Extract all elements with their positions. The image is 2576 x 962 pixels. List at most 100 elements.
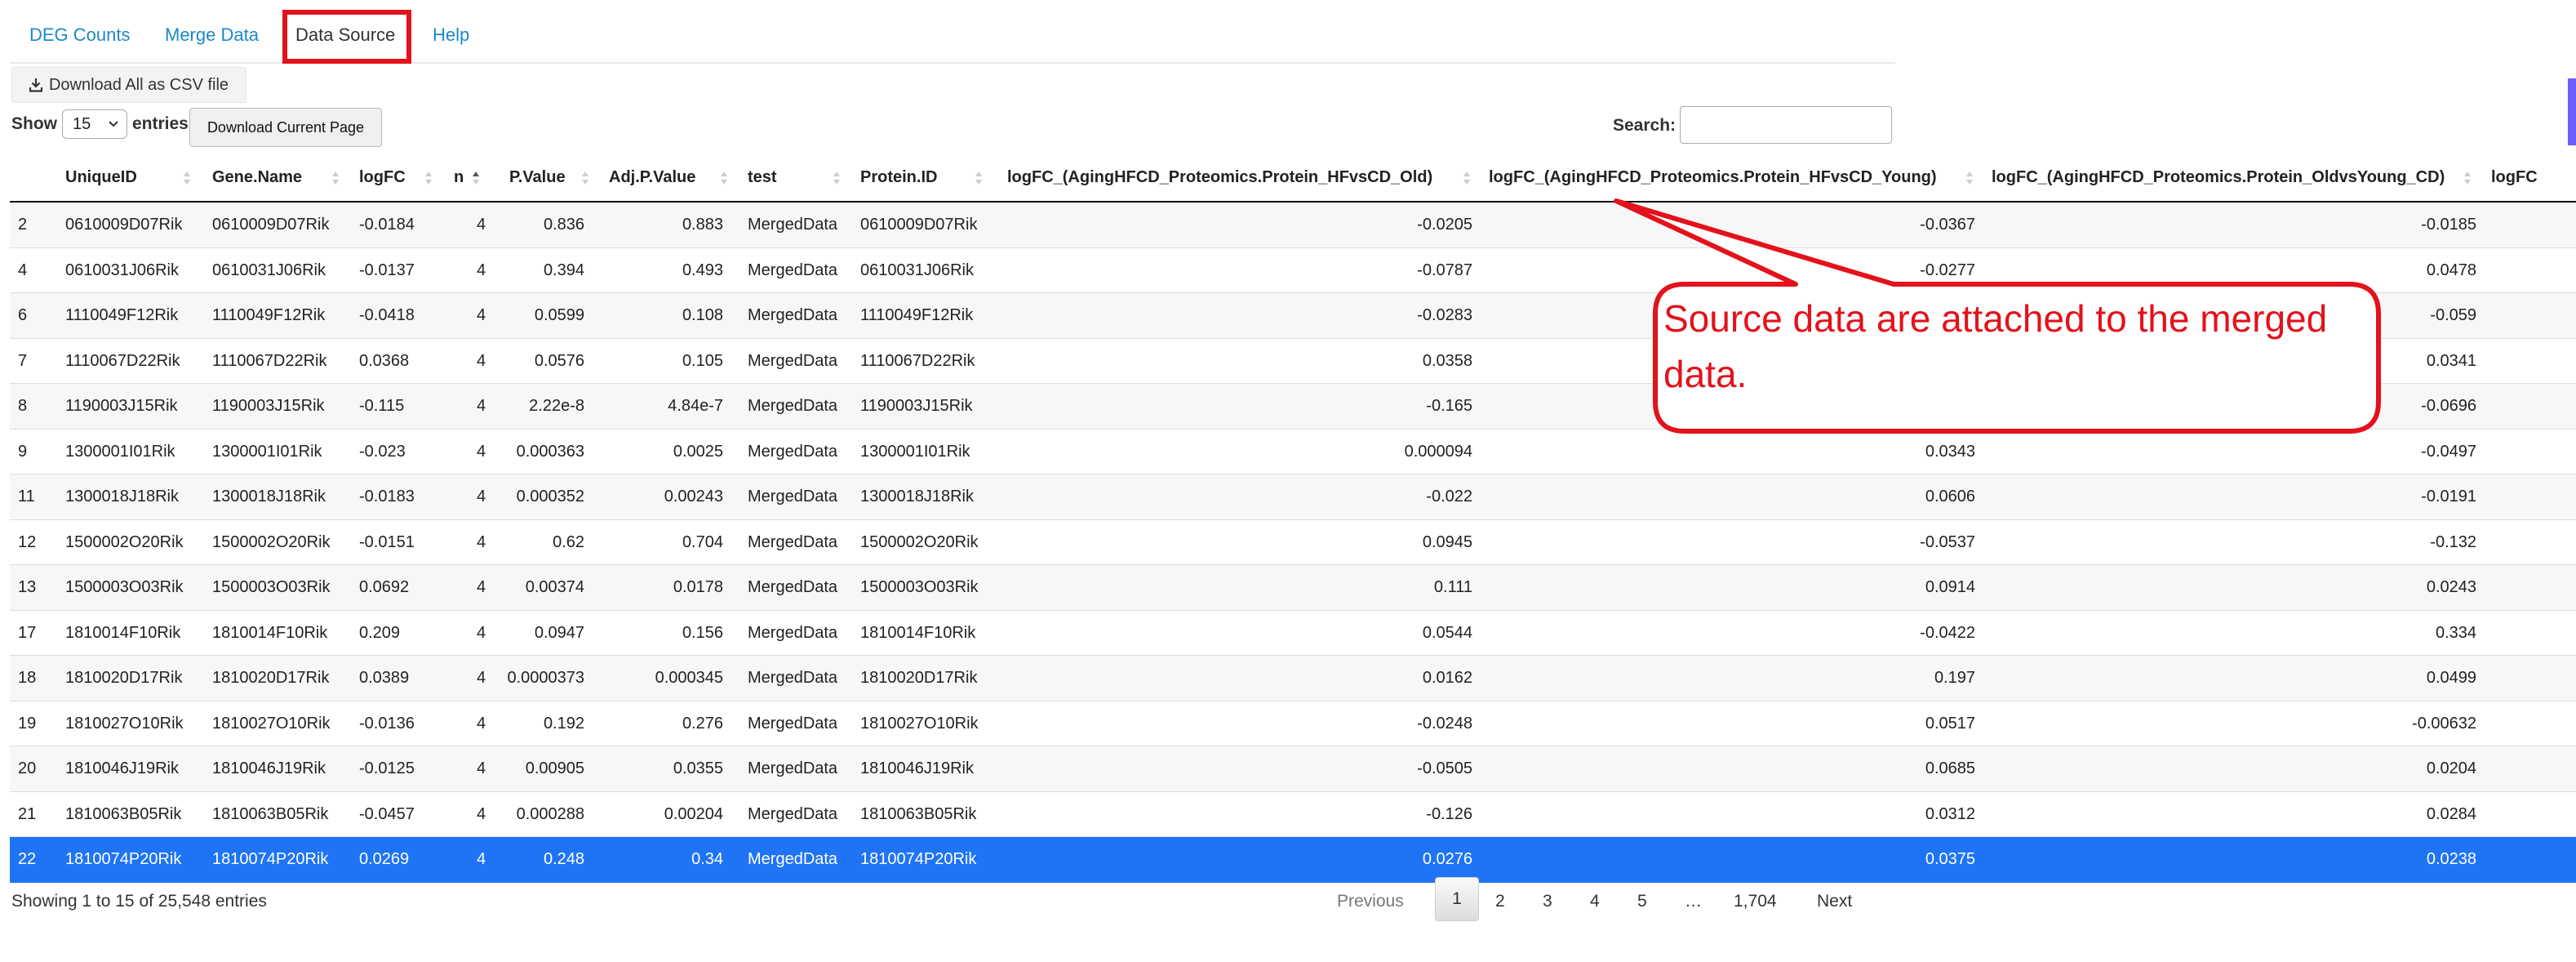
col-header-p-value[interactable]: P.Value <box>509 168 566 187</box>
table-row[interactable]: 17 1810014F10Rik 1810014F10Rik 0.209 4 0.0947… <box>10 611 2576 656</box>
pagination-page-4[interactable]: 4 <box>1590 892 1600 911</box>
cell-p-value: 0.0000373 <box>507 669 584 687</box>
col-header-adj-p-value[interactable]: Adj.P.Value <box>609 168 695 187</box>
cell-logfc-hfvscd-young: -0.0537 <box>1920 532 1975 551</box>
sort-ascending-icon <box>473 171 479 185</box>
tab-deg-counts[interactable]: DEG Counts <box>29 24 131 46</box>
search-input[interactable] <box>1680 106 1892 144</box>
table-row[interactable]: 18 1810020D17Rik 1810020D17Rik 0.0389 4 0.000… <box>10 656 2576 701</box>
cell-logfc: -0.0183 <box>359 488 415 505</box>
cell-logfc-hfvscd-young: 0.0312 <box>1925 804 1975 823</box>
col-header-gene-name[interactable]: Gene.Name <box>212 168 302 187</box>
search-label: Search: <box>1613 116 1677 135</box>
sort-icon <box>2464 171 2471 185</box>
col-header-logfc-cutoff[interactable]: logFC <box>2491 168 2538 187</box>
cell-logfc-hfvscd-old: 0.0544 <box>1422 623 1472 642</box>
data-table: UniqueID Gene.Name logFC n P.Value Adj.P… <box>10 154 2576 883</box>
cell-adj-p-value: 0.276 <box>682 714 723 733</box>
cell-unique-id: 1810014F10Rik <box>65 623 181 642</box>
table-row[interactable]: 9 1300001I01Rik 1300001I01Rik -0.023 4 0.0003… <box>10 430 2576 474</box>
download-icon <box>29 78 42 92</box>
cell-gene-name: 1300018J18Rik <box>212 488 326 505</box>
scrollbar-indicator[interactable] <box>2568 78 2576 145</box>
col-header-test[interactable]: test <box>748 168 777 187</box>
table-header: UniqueID Gene.Name logFC n P.Value Adj.P… <box>10 154 2576 203</box>
sort-icon <box>332 171 339 185</box>
download-current-page-button[interactable]: Download Current Page <box>189 108 382 147</box>
cell-logfc-hfvscd-young: 0.0606 <box>1925 488 1975 505</box>
col-header-logfc-oldvsyoung-cd[interactable]: logFC_(AgingHFCD_Proteomics.Protein_Oldv… <box>1992 168 2445 187</box>
cell-test: MergedData <box>748 669 838 687</box>
cell-gene-name: 1500003O03Rik <box>212 578 331 596</box>
cell-unique-id: 1810063B05Rik <box>65 804 182 823</box>
sort-icon <box>1463 171 1470 185</box>
cell-gene-name: 1810020D17Rik <box>212 669 330 687</box>
col-header-logfc-hfvscd-old[interactable]: logFC_(AgingHFCD_Proteomics.Protein_HFvs… <box>1007 168 1432 187</box>
cell-logfc-oldvsyoung-cd: 0.0341 <box>2426 351 2476 370</box>
cell-adj-p-value: 0.493 <box>682 261 723 279</box>
cell-adj-p-value: 0.34 <box>691 850 723 868</box>
tab-help[interactable]: Help <box>433 24 469 46</box>
cell-logfc-hfvscd-young: -0.0422 <box>1920 623 1975 642</box>
table-row[interactable]: 20 1810046J19Rik 1810046J19Rik -0.0125 4 0.00… <box>10 746 2576 792</box>
cell-protein-id: 1110049F12Rik <box>860 306 974 324</box>
cell-logfc: -0.023 <box>359 442 406 461</box>
pagination-next[interactable]: Next <box>1817 892 1852 911</box>
cell-p-value: 0.192 <box>543 714 584 733</box>
col-header-n[interactable]: n <box>454 168 464 187</box>
pagination-page-last[interactable]: 1,704 <box>1734 892 1777 911</box>
cell-p-value: 0.000288 <box>516 804 584 823</box>
col-header-uniqueid[interactable]: UniqueID <box>65 168 137 187</box>
sort-icon <box>833 171 840 185</box>
col-header-logfc[interactable]: logFC <box>359 168 406 187</box>
cell-n: 4 <box>477 804 486 823</box>
table-row[interactable]: 22 1810074P20Rik 1810074P20Rik 0.0269 4 0.248… <box>10 837 2576 883</box>
cell-p-value: 0.62 <box>553 532 584 551</box>
tab-merge-data[interactable]: Merge Data <box>165 24 259 46</box>
table-row[interactable]: 12 1500002O20Rik 1500002O20Rik -0.0151 4 0.62… <box>10 520 2576 565</box>
pagination-page-1[interactable]: 1 <box>1435 877 1479 921</box>
download-all-label: Download All as CSV file <box>48 75 229 94</box>
cell-test: MergedData <box>748 578 838 596</box>
cell-logfc-hfvscd-old: 0.111 <box>1433 578 1472 596</box>
cell-adj-p-value: 4.84e-7 <box>668 397 723 415</box>
table-row[interactable]: 19 1810027O10Rik 1810027O10Rik -0.0136 4 0.19… <box>10 701 2576 746</box>
col-header-logfc-hfvscd-young[interactable]: logFC_(AgingHFCD_Proteomics.Protein_HFvs… <box>1489 168 1937 187</box>
pagination-page-3[interactable]: 3 <box>1543 892 1552 911</box>
cell-n: 4 <box>477 397 486 415</box>
cell-row-index: 20 <box>18 759 37 777</box>
cell-logfc: 0.0692 <box>359 578 410 596</box>
cell-logfc-oldvsyoung-cd: 0.0243 <box>2426 578 2476 596</box>
cell-n: 4 <box>477 351 486 370</box>
cell-logfc-hfvscd-young: 0.0914 <box>1925 578 1975 596</box>
cell-row-index: 7 <box>18 351 28 370</box>
cell-protein-id: 1500002O20Rik <box>860 532 979 551</box>
cell-row-index: 11 <box>18 488 35 505</box>
cell-protein-id: 1810063B05Rik <box>860 804 977 823</box>
table-row[interactable]: 4 0610031J06Rik 0610031J06Rik -0.0137 4 0.394… <box>10 248 2576 293</box>
pagination-page-2[interactable]: 2 <box>1495 892 1505 911</box>
pagination-previous[interactable]: Previous <box>1337 892 1404 911</box>
entries-per-page-select[interactable]: 15 <box>62 109 127 139</box>
entries-per-page-value: 15 <box>73 114 91 133</box>
cell-logfc-hfvscd-old: -0.0283 <box>1417 306 1472 324</box>
cell-unique-id: 1300018J18Rik <box>65 488 179 505</box>
cell-logfc-hfvscd-old: -0.0248 <box>1417 714 1472 733</box>
table-row[interactable]: 11 1300018J18Rik 1300018J18Rik -0.0183 4 0.00… <box>10 474 2576 520</box>
pagination-page-5[interactable]: 5 <box>1637 892 1647 911</box>
cell-test: MergedData <box>748 759 838 777</box>
cell-logfc: -0.0457 <box>359 804 415 823</box>
cell-unique-id: 1810046J19Rik <box>65 759 179 777</box>
cell-logfc-oldvsyoung-cd: 0.0204 <box>2426 759 2476 777</box>
col-header-protein-id[interactable]: Protein.ID <box>860 168 937 187</box>
cell-logfc-oldvsyoung-cd: 0.0499 <box>2426 669 2476 687</box>
cell-logfc-hfvscd-old: -0.0505 <box>1417 759 1472 777</box>
table-row[interactable]: 2 0610009D07Rik 0610009D07Rik -0.0184 4 0.836… <box>10 203 2576 248</box>
table-row[interactable]: 21 1810063B05Rik 1810063B05Rik -0.0457 4 0.00… <box>10 792 2576 837</box>
cell-p-value: 0.836 <box>543 216 584 234</box>
download-all-csv-button[interactable]: Download All as CSV file <box>11 67 246 103</box>
cell-test: MergedData <box>748 488 838 505</box>
cell-logfc-hfvscd-old: -0.126 <box>1426 804 1472 823</box>
cell-logfc-hfvscd-old: -0.0205 <box>1417 216 1472 234</box>
table-row[interactable]: 13 1500003O03Rik 1500003O03Rik 0.0692 4 0.003… <box>10 565 2576 611</box>
